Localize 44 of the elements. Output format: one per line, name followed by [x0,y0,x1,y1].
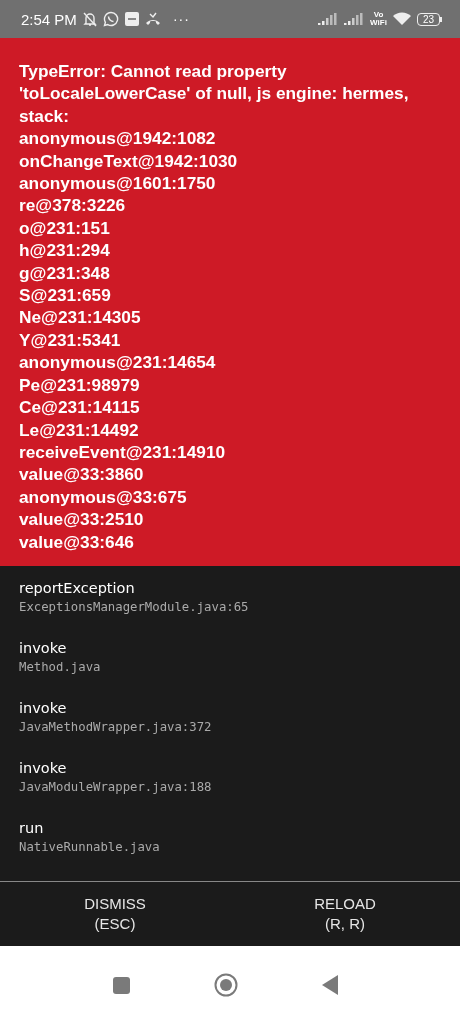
stack-line: o@231:151 [19,216,111,240]
stack-line: anonymous@1601:1750 [19,172,217,195]
frame-file: JavaMethodWrapper.java:372 [19,719,212,736]
missed-call-icon [144,12,161,26]
stack-line: re@378:3226 [19,194,127,217]
stack-line: anonymous@1942:1082 [19,127,217,150]
signal-icon [344,13,365,25]
stack-line: anonymous@33:675 [19,485,188,509]
frame-method: invoke [19,699,67,718]
vowifi-label: Vo WiFi [370,11,387,27]
stack-line: Le@231:14492 [19,418,140,441]
stack-line: receiveEvent@231:14910 [19,440,227,464]
battery-icon: 23 [416,12,442,26]
frame-method: run [19,819,44,838]
frame-method: reportException [19,579,135,598]
home-icon[interactable] [213,973,238,997]
recents-icon[interactable] [112,976,130,994]
signal-icon [318,13,339,25]
app-icon [124,12,139,26]
stack-line: Y@231:5341 [19,328,122,352]
more-indicator: ··· [172,11,190,27]
stack-line: onChangeText@1942:1030 [19,149,239,173]
status-time: 2:54 PM [21,10,77,28]
stack-line: value@33:3860 [19,463,145,486]
stack-line: h@231:294 [19,239,111,262]
stack-line: value@33:646 [19,530,135,553]
stack-line: Ce@231:14115 [19,396,141,419]
frame-method: invoke [19,759,67,778]
stack-line: value@33:2510 [19,508,145,531]
back-icon[interactable] [321,975,338,995]
stack-line: Ne@231:14305 [19,306,142,329]
frame-method: invoke [19,639,67,658]
frame-file: Method.java [19,659,101,676]
frame-file: ExceptionsManagerModule.java:65 [19,599,249,616]
error-message: TypeError: Cannot read property 'toLocaleLowerCase' of null, js engine: hermes, stack: [19,60,410,128]
stack-line: anonymous@231:14654 [19,351,217,374]
wifi-icon [392,12,411,26]
chat-icon [102,11,119,27]
stack-line: g@231:348 [19,261,111,285]
stack-line: S@231:659 [19,284,112,307]
frame-file: NativeRunnable.java [19,839,160,856]
stack-line: Pe@231:98979 [19,373,141,397]
frame-file: JavaModuleWrapper.java:188 [19,779,212,796]
bell-off-icon [82,11,97,27]
